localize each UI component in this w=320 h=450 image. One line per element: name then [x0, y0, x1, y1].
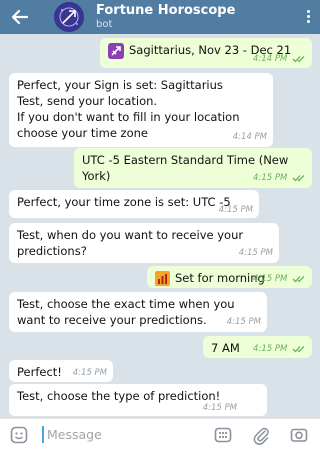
message-incoming[interactable]: Perfect, your time zone is set: UTC -5 4… — [9, 190, 259, 218]
bot-keyboard-icon[interactable] — [213, 425, 233, 445]
message-time: 4:15 PM — [238, 248, 273, 258]
attach-paperclip-icon[interactable] — [251, 425, 271, 445]
double-check-icon — [292, 275, 305, 282]
double-check-icon — [292, 174, 305, 181]
message-text: Perfect, your time zone is set: UTC -5 — [17, 195, 231, 209]
message-incoming[interactable]: Perfect, your Sign is set: Sagittarius T… — [9, 73, 273, 147]
message-time: 4:15 PM — [218, 205, 253, 215]
message-input[interactable]: Message — [47, 427, 102, 442]
message-time: 4:14 PM — [253, 51, 306, 67]
bot-avatar[interactable] — [54, 2, 84, 32]
message-line: If you don't want to fill in your locati… — [17, 110, 240, 124]
bar-chart-icon — [155, 271, 170, 286]
message-text: Test, choose the type of prediction! — [17, 389, 221, 403]
message-line: predictions? — [17, 244, 87, 258]
message-time: 4:14 PM — [232, 132, 267, 142]
back-arrow-icon[interactable] — [10, 7, 30, 27]
message-line: Test, choose the exact time when you — [17, 297, 235, 311]
message-line: Test, send your location. — [17, 94, 158, 108]
sagittarius-sign-icon — [108, 42, 124, 59]
message-line: UTC -5 Eastern Standard Time (New — [82, 153, 289, 167]
message-time: 4:15 PM — [226, 317, 261, 327]
message-text: 7 AM — [211, 341, 240, 355]
message-time: 4:15 PM — [253, 271, 306, 287]
more-menu-icon[interactable] — [302, 8, 314, 26]
text-caret — [42, 426, 44, 443]
message-input-bar: Message — [0, 418, 320, 450]
chat-header: Fortune Horoscope bot — [0, 0, 320, 34]
double-check-icon — [292, 55, 305, 62]
message-line: choose your time zone — [17, 126, 148, 140]
sagittarius-logo-icon — [54, 2, 84, 32]
message-line: want to receive your predictions. — [17, 313, 207, 327]
message-list[interactable]: Sagittarius, Nov 23 - Dec 21 4:14 PM Per… — [0, 34, 320, 418]
message-text: Set for morning — [175, 271, 265, 285]
message-incoming[interactable]: Test, when do you want to receive your p… — [9, 223, 279, 263]
message-line: Perfect, your Sign is set: Sagittarius — [17, 78, 223, 92]
message-incoming[interactable]: Perfect! 4:15 PM — [9, 360, 113, 382]
message-incoming[interactable]: Test, choose the exact time when you wan… — [9, 292, 267, 332]
message-time: 4:15 PM — [253, 341, 306, 357]
message-outgoing[interactable]: 7 AM 4:15 PM — [203, 336, 312, 358]
message-line: Test, when do you want to receive your — [17, 228, 244, 242]
message-text: Perfect! — [17, 365, 62, 379]
message-outgoing[interactable]: Set for morning 4:15 PM — [147, 266, 312, 288]
message-incoming[interactable]: Test, choose the type of prediction! 4:1… — [9, 384, 267, 416]
camera-icon[interactable] — [289, 425, 309, 445]
message-time: 4:15 PM — [202, 403, 237, 413]
message-time: 4:15 PM — [72, 368, 107, 378]
chat-title[interactable]: Fortune Horoscope — [96, 3, 235, 18]
sticker-icon[interactable] — [9, 425, 29, 445]
message-outgoing[interactable]: Sagittarius, Nov 23 - Dec 21 4:14 PM — [100, 38, 312, 68]
chat-subtitle: bot — [96, 19, 113, 30]
message-time: 4:15 PM — [253, 170, 306, 186]
double-check-icon — [292, 345, 305, 352]
message-outgoing[interactable]: UTC -5 Eastern Standard Time (New York) … — [74, 148, 312, 188]
